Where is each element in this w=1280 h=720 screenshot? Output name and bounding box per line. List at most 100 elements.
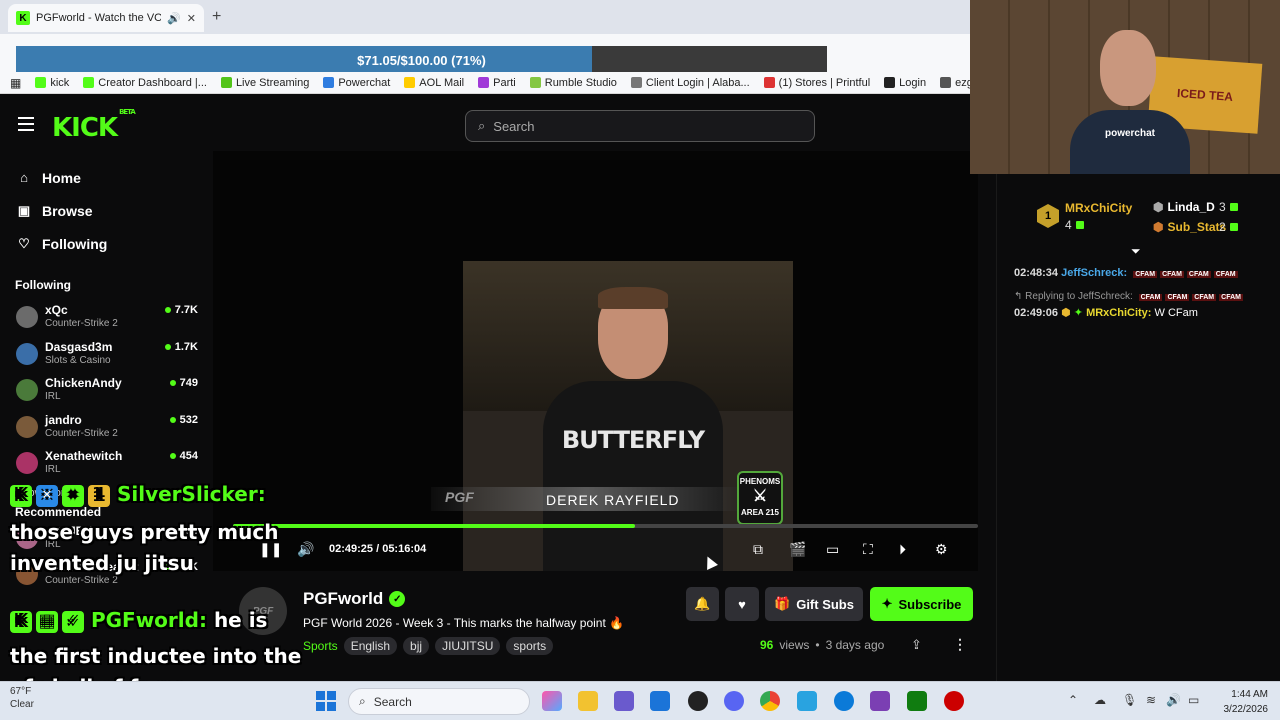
viewer-count: 1.7K	[174, 340, 198, 353]
more-options-icon[interactable]: ⋮	[953, 636, 967, 653]
player-controls: ❚❚ 🔊 02:49:25 / 05:16:04 ⧉ 🎬 ▭ ⛶ ⏵ ⚙	[213, 533, 978, 569]
teams-icon[interactable]	[614, 691, 634, 711]
file-explorer-icon[interactable]	[578, 691, 598, 711]
sidebar-channel-item[interactable]: xQc Counter-Strike 2 7.7K	[0, 300, 212, 337]
bookmark-item[interactable]: ezgif.co	[940, 77, 970, 89]
bookmark-item[interactable]: Client Login | Alaba...	[630, 77, 750, 89]
leader3-name[interactable]: ⬢ Sub_Stats	[1153, 220, 1226, 234]
leader2-name[interactable]: ⬢ Linda_D	[1153, 200, 1215, 214]
system-clock[interactable]: 1:44 AM 3/22/2026	[1212, 687, 1269, 717]
bookmark-item[interactable]: AOL Mail	[404, 77, 464, 89]
chat-filter-icon[interactable]: ⏷	[1131, 244, 1141, 259]
video-player[interactable]: BUTTERFLY PGF DEREK RAYFIELD PHENOMS ⚔ ARE…	[213, 151, 978, 571]
message-username[interactable]: JeffSchreck:	[1061, 267, 1127, 279]
speed-icon[interactable]: ⏵	[899, 541, 906, 558]
category-link[interactable]: Sports	[303, 639, 338, 653]
app-purple-icon[interactable]	[870, 691, 890, 711]
stream-tag[interactable]: bjj	[403, 637, 430, 655]
clip-icon[interactable]: 🎬	[789, 541, 806, 558]
xbox-icon[interactable]	[907, 691, 927, 711]
message-username[interactable]: MRxChiCity:	[1086, 307, 1151, 319]
obs-icon[interactable]	[688, 691, 708, 711]
search-input[interactable]: ⌕ Search	[465, 110, 815, 142]
discord-icon[interactable]	[724, 691, 744, 711]
stream-tag[interactable]: English	[343, 637, 398, 655]
message-emotes: CFAM CFAM CFAM CFAM	[1130, 267, 1238, 279]
copilot-icon[interactable]	[542, 691, 562, 711]
gift-icon: 🎁	[774, 596, 791, 611]
bookmark-icon	[220, 77, 232, 88]
leader1-name[interactable]: MRxChiCity	[1065, 201, 1132, 215]
sidebar-channel-item[interactable]: jandro Counter-Strike 2 532	[0, 410, 212, 447]
channel-avatar[interactable]: PGF	[239, 587, 287, 635]
channel-name[interactable]: PGFworld ✓	[303, 589, 406, 609]
hamburger-menu-icon[interactable]	[18, 117, 34, 131]
battery-icon[interactable]: ▭	[1188, 693, 1199, 707]
bookmark-item[interactable]: Powerchat	[323, 77, 390, 89]
speaker-icon[interactable]: 🔊	[167, 12, 181, 25]
cfam-emote-icon: CFAM	[1219, 294, 1243, 301]
theater-mode-icon[interactable]: ▭	[826, 541, 839, 558]
channel-viewers: 2.5K	[164, 561, 198, 573]
meta-separator: •	[815, 638, 820, 652]
new-tab-button[interactable]: +	[212, 8, 221, 26]
pause-icon[interactable]: ❚❚	[259, 541, 282, 558]
bookmark-item[interactable]: (1) Stores | Printful	[763, 77, 870, 89]
kick-logo[interactable]: KICKBETA	[52, 108, 136, 143]
miniplayer-icon[interactable]: ⧉	[753, 541, 763, 558]
playback-time: 02:49:25 / 05:16:04	[329, 543, 427, 555]
browser-tab[interactable]: K PGFworld - Watch the VOD 🔊 ✕	[8, 4, 204, 32]
follow-heart-button[interactable]: ♥	[725, 587, 759, 621]
tray-chevron-icon[interactable]: ⌃	[1068, 693, 1078, 707]
message-timestamp: 02:49:06	[1014, 307, 1059, 319]
bookmark-item[interactable]: kick	[35, 77, 69, 89]
viewer-count: 749	[179, 377, 198, 389]
taskbar-search[interactable]: ⌕ Search	[348, 688, 530, 715]
stream-tag[interactable]: sports	[506, 637, 554, 655]
streamer-shirt: powerchat	[1070, 110, 1190, 174]
share-icon[interactable]: ⇪	[911, 637, 922, 653]
sidebar-channel-item[interactable]: Xenathewitch IRL 454	[0, 446, 212, 483]
apps-grid-icon[interactable]: ▦	[10, 76, 21, 90]
volume-icon[interactable]: 🔊	[297, 541, 314, 558]
sidebar-channel-item[interactable]: TheBurntPeanut Counter-Strike 2 2.5K	[0, 557, 212, 594]
bookmark-icon	[763, 77, 775, 88]
app-icon[interactable]	[797, 691, 817, 711]
close-tab-icon[interactable]: ✕	[187, 12, 196, 25]
bookmark-item[interactable]: Login	[884, 77, 926, 89]
gift-subs-label: Gift Subs	[796, 596, 854, 612]
sidebar-item-following[interactable]: ♡ Following	[0, 227, 212, 260]
channel-category: Counter-Strike 2	[45, 575, 118, 586]
video-progress-bar[interactable]	[233, 524, 978, 528]
chrome-icon[interactable]	[760, 691, 780, 711]
weather-widget[interactable]: 67°F Clear	[10, 685, 34, 711]
sidebar-item-browse[interactable]: ▣ Browse	[0, 194, 212, 227]
sidebar-channel-item[interactable]: ChickenAndy IRL 749	[0, 373, 212, 410]
logo-beta: BETA	[119, 108, 136, 117]
tray-app-icon[interactable]: ☁	[1094, 693, 1106, 707]
wifi-icon[interactable]: ≋	[1146, 693, 1156, 707]
gift-icon	[1229, 203, 1238, 211]
edge-icon[interactable]	[834, 691, 854, 711]
settings-gear-icon[interactable]: ⚙	[935, 541, 948, 558]
bookmark-item[interactable]: Parti	[478, 77, 516, 89]
stream-tag[interactable]: JIUJITSU	[435, 637, 501, 655]
bookmark-item[interactable]: Live Streaming	[220, 77, 309, 89]
bookmark-item[interactable]: Rumble Studio	[529, 77, 617, 89]
fullscreen-icon[interactable]: ⛶	[863, 541, 873, 558]
sidebar-channel-item[interactable]: Dasgasd3m Slots & Casino 1.7K	[0, 337, 212, 374]
show-more-link[interactable]: Show More	[0, 483, 212, 501]
reply-context[interactable]: ↰ Replying to JeffSchreck: CFAM CFAM CFAM C…	[1014, 291, 1243, 302]
record-icon[interactable]	[944, 691, 964, 711]
windows-start-icon[interactable]	[316, 691, 336, 711]
bookmark-item[interactable]: Creator Dashboard |...	[83, 77, 207, 89]
sidebar-channel-item[interactable]: withJENNY IRL 85	[0, 521, 212, 558]
microphone-icon[interactable]: 🎙	[1122, 693, 1137, 707]
bookmark-icon	[83, 77, 95, 88]
subscribe-button[interactable]: ✦ Subscribe	[870, 587, 973, 621]
notification-bell-button[interactable]: 🔔	[686, 587, 719, 621]
volume-icon[interactable]: 🔊	[1166, 693, 1181, 707]
gift-subs-button[interactable]: 🎁 Gift Subs	[765, 587, 863, 621]
store-icon[interactable]	[650, 691, 670, 711]
sidebar-item-home[interactable]: ⌂ Home	[0, 161, 212, 194]
